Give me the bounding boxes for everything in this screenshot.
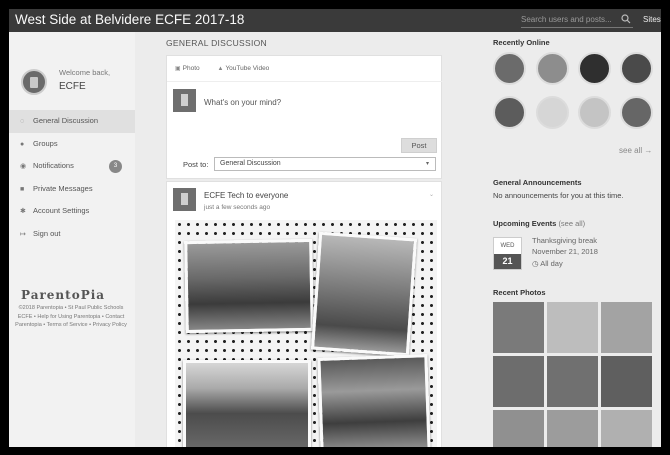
footer-links[interactable]: ©2018 Parentopia • St Paul Public School… bbox=[15, 304, 127, 330]
chat-icon: ◌ bbox=[20, 118, 25, 125]
envelope-icon: ■ bbox=[20, 185, 25, 193]
sidebar-item-account-settings[interactable]: ✱ Account Settings bbox=[9, 200, 135, 223]
recent-photo-thumb[interactable] bbox=[601, 410, 652, 447]
sidebar-item-notifications[interactable]: ◉ Notifications 3 bbox=[9, 155, 135, 178]
post-to-value: General Discussion bbox=[220, 160, 281, 167]
avatar[interactable] bbox=[536, 52, 569, 85]
avatar[interactable] bbox=[620, 52, 653, 85]
event-date: November 21, 2018 bbox=[532, 247, 598, 256]
recent-photo-thumb[interactable] bbox=[547, 356, 598, 407]
recent-photo-thumb[interactable] bbox=[493, 302, 544, 353]
event-weekday: WED bbox=[500, 243, 515, 249]
avatar bbox=[173, 89, 196, 112]
sidebar-item-groups[interactable]: ● Groups bbox=[9, 133, 135, 156]
sidebar-item-label: General Discussion bbox=[33, 116, 99, 125]
composer-tabs: ▣ Photo ▲ YouTube Video bbox=[175, 65, 285, 72]
sites-link[interactable]: Sites bbox=[643, 15, 661, 24]
avatar[interactable] bbox=[620, 96, 653, 129]
announcements-text: No announcements for you at this time. bbox=[493, 191, 624, 200]
sidebar-item-sign-out[interactable]: ↦ Sign out bbox=[9, 223, 135, 246]
events-title: Upcoming Events (see all) bbox=[493, 219, 585, 228]
collage-photo bbox=[311, 231, 417, 357]
post-button[interactable]: Post bbox=[401, 138, 437, 153]
page-title: GENERAL DISCUSSION bbox=[166, 38, 267, 48]
collage-photo bbox=[184, 238, 314, 334]
post-to-select[interactable]: General Discussion ▾ bbox=[214, 157, 436, 171]
avatar[interactable] bbox=[493, 96, 526, 129]
photo-tab[interactable]: ▣ Photo bbox=[175, 65, 208, 72]
avatar[interactable] bbox=[493, 52, 526, 85]
welcome-name: ECFE bbox=[59, 81, 86, 92]
feed-post: ECFE Tech to everyone just a few seconds… bbox=[166, 181, 442, 447]
search-icon[interactable] bbox=[621, 14, 631, 24]
recent-photo-thumb[interactable] bbox=[601, 302, 652, 353]
search-input[interactable]: Search users and posts... bbox=[521, 13, 633, 28]
post-text-input[interactable]: What's on your mind? bbox=[204, 98, 281, 107]
top-bar: West Side at Belvidere ECFE 2017-18 Sear… bbox=[9, 9, 661, 32]
welcome-text: Welcome back, bbox=[59, 68, 111, 77]
sign-out-icon: ↦ bbox=[20, 230, 26, 238]
photo-tab-label: Photo bbox=[182, 65, 200, 72]
see-all-online-link[interactable]: see all → bbox=[619, 146, 652, 155]
recent-photo-thumb[interactable] bbox=[493, 410, 544, 447]
collage-photo bbox=[183, 360, 311, 447]
recently-online-title: Recently Online bbox=[493, 38, 550, 47]
sidebar-nav: ◌ General Discussion ● Groups ◉ Notifica… bbox=[9, 110, 135, 245]
event-title[interactable]: Thanksgiving break bbox=[532, 236, 597, 245]
video-tab-label: YouTube Video bbox=[225, 65, 270, 72]
sidebar-item-label: Private Messages bbox=[33, 183, 93, 193]
recent-photo-thumb[interactable] bbox=[493, 356, 544, 407]
chevron-down-icon: ▾ bbox=[425, 161, 429, 167]
event-date-badge[interactable]: WED 21 bbox=[493, 237, 522, 270]
post-author[interactable]: ECFE Tech to everyone bbox=[204, 191, 288, 200]
left-sidebar: Welcome back, ECFE ◌ General Discussion … bbox=[9, 32, 135, 447]
post-photo[interactable] bbox=[175, 220, 437, 447]
sidebar-item-label: Account Settings bbox=[33, 206, 90, 215]
post-to-label: Post to: bbox=[183, 160, 209, 169]
avatar[interactable] bbox=[578, 96, 611, 129]
sidebar-item-general-discussion[interactable]: ◌ General Discussion bbox=[9, 110, 135, 133]
event-allday: ◷ All day bbox=[532, 259, 563, 268]
event-day: 21 bbox=[494, 254, 521, 269]
avatar[interactable] bbox=[578, 52, 611, 85]
divider bbox=[167, 81, 443, 82]
recent-photo-thumb[interactable] bbox=[601, 356, 652, 407]
chevron-down-icon[interactable]: ⌄ bbox=[429, 191, 434, 198]
clock-icon: ◷ bbox=[532, 259, 539, 268]
avatar[interactable] bbox=[536, 96, 569, 129]
collage-photo bbox=[317, 354, 431, 447]
recent-photo-thumb[interactable] bbox=[547, 410, 598, 447]
gear-icon: ✱ bbox=[20, 208, 26, 215]
youtube-video-tab[interactable]: ▲ YouTube Video bbox=[217, 65, 277, 72]
app-title[interactable]: West Side at Belvidere ECFE 2017-18 bbox=[15, 12, 244, 27]
users-icon: ● bbox=[20, 140, 25, 148]
video-icon: ▲ bbox=[217, 66, 224, 72]
events-see-all-link[interactable]: (see all) bbox=[558, 219, 585, 228]
app-window: West Side at Belvidere ECFE 2017-18 Sear… bbox=[9, 9, 661, 447]
avatar[interactable] bbox=[21, 69, 47, 95]
parentopia-logo[interactable]: ParentoPia bbox=[21, 288, 105, 302]
globe-icon: ◉ bbox=[20, 163, 27, 170]
post-composer: ▣ Photo ▲ YouTube Video What's on your min… bbox=[166, 55, 443, 179]
sidebar-item-label: Notifications bbox=[33, 161, 74, 170]
sidebar-item-label: Sign out bbox=[33, 228, 61, 238]
event-allday-label: All day bbox=[540, 259, 563, 268]
post-timestamp: just a few seconds ago bbox=[204, 204, 271, 211]
recent-photo-thumb[interactable] bbox=[547, 302, 598, 353]
photo-icon: ▣ bbox=[175, 66, 181, 72]
recent-photos-title: Recent Photos bbox=[493, 288, 546, 297]
notification-badge: 3 bbox=[109, 160, 122, 173]
events-title-label: Upcoming Events bbox=[493, 219, 557, 228]
avatar[interactable] bbox=[173, 188, 196, 211]
sidebar-item-private-messages[interactable]: ■ Private Messages bbox=[9, 178, 135, 201]
announcements-title: General Announcements bbox=[493, 178, 582, 187]
sidebar-item-label: Groups bbox=[33, 138, 58, 148]
